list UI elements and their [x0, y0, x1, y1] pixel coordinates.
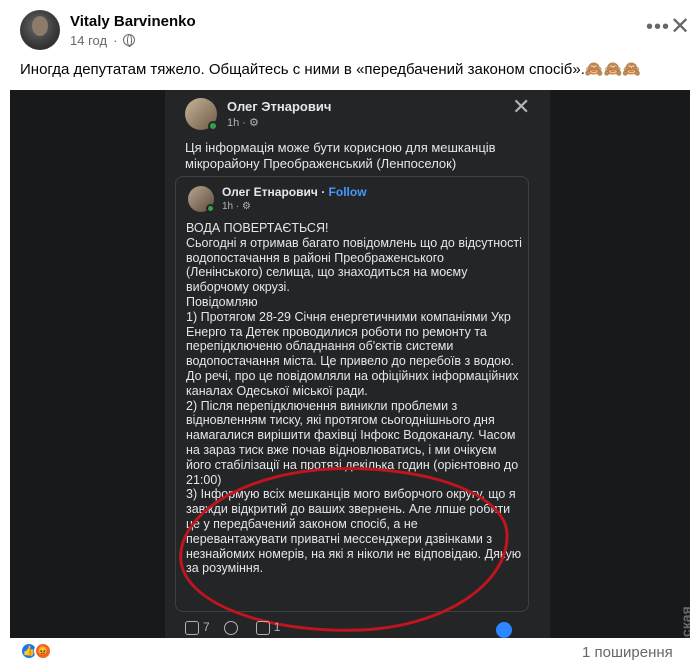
post-text: Иногда депутатам тяжело. Общайтесь с ним… [20, 61, 641, 78]
shared-header: Олег Етнарович · Follow 1h · ⚙ [188, 185, 367, 213]
like-count-group: 7 [185, 620, 210, 635]
online-dot [208, 121, 218, 131]
shared-avatar [188, 185, 215, 213]
shared-body: ВОДА ПОВЕРТАЄТЬСЯ! Сьогодні я отримав ба… [186, 221, 522, 576]
shared-post: Олег Етнарович · Follow 1h · ⚙ ВОДА ПОВЕ… [175, 176, 529, 638]
shared-time: 1h · ⚙ [222, 201, 251, 212]
card-avatar [185, 98, 218, 131]
share-count-group: 1 [255, 620, 281, 635]
follow-link: Follow [328, 185, 367, 199]
screenshot-card: Олег Этнарович 1h · ⚙ ✕ Ця інформація мо… [165, 90, 550, 638]
globe-icon [123, 34, 136, 47]
author-avatar[interactable] [20, 10, 60, 50]
card-header: Олег Этнарович 1h · ⚙ [185, 98, 332, 131]
share-count: 1 [273, 620, 281, 634]
card-author: Олег Этнарович [227, 99, 332, 114]
online-dot [206, 203, 215, 213]
embedded-screenshot[interactable]: Олег Этнарович 1h · ⚙ ✕ Ця інформація мо… [10, 90, 690, 638]
author-name[interactable]: Vitaly Barvinenko [70, 13, 196, 30]
angry-reaction-icon: 😡 [34, 642, 52, 660]
reactions[interactable]: 👍 😡 [20, 642, 52, 660]
watermark: Думская [678, 606, 690, 638]
comment-group [223, 620, 242, 635]
share-icon [255, 620, 270, 635]
card-intro-text: Ця інформація може бути корисною для меш… [185, 140, 496, 171]
card-time: 1h · ⚙ [227, 117, 259, 129]
card-actions: 7 1 [185, 620, 280, 635]
post-header: Vitaly Barvinenko 14 год · [20, 10, 196, 50]
more-dots-icon[interactable]: ••• [646, 16, 670, 39]
comment-icon [223, 620, 238, 635]
shared-author-line: Олег Етнарович · Follow [222, 185, 367, 199]
shared-author: Олег Етнарович [222, 185, 318, 199]
post-time[interactable]: 14 год [70, 33, 107, 48]
shares-count[interactable]: 1 поширення [582, 644, 673, 661]
card-close-icon: ✕ [512, 94, 531, 119]
post-meta: 14 год · [70, 33, 196, 48]
close-icon[interactable]: ✕ [670, 12, 690, 41]
viewer-avatar [496, 622, 512, 638]
thumbs-up-icon [185, 620, 199, 635]
like-count: 7 [203, 620, 210, 634]
